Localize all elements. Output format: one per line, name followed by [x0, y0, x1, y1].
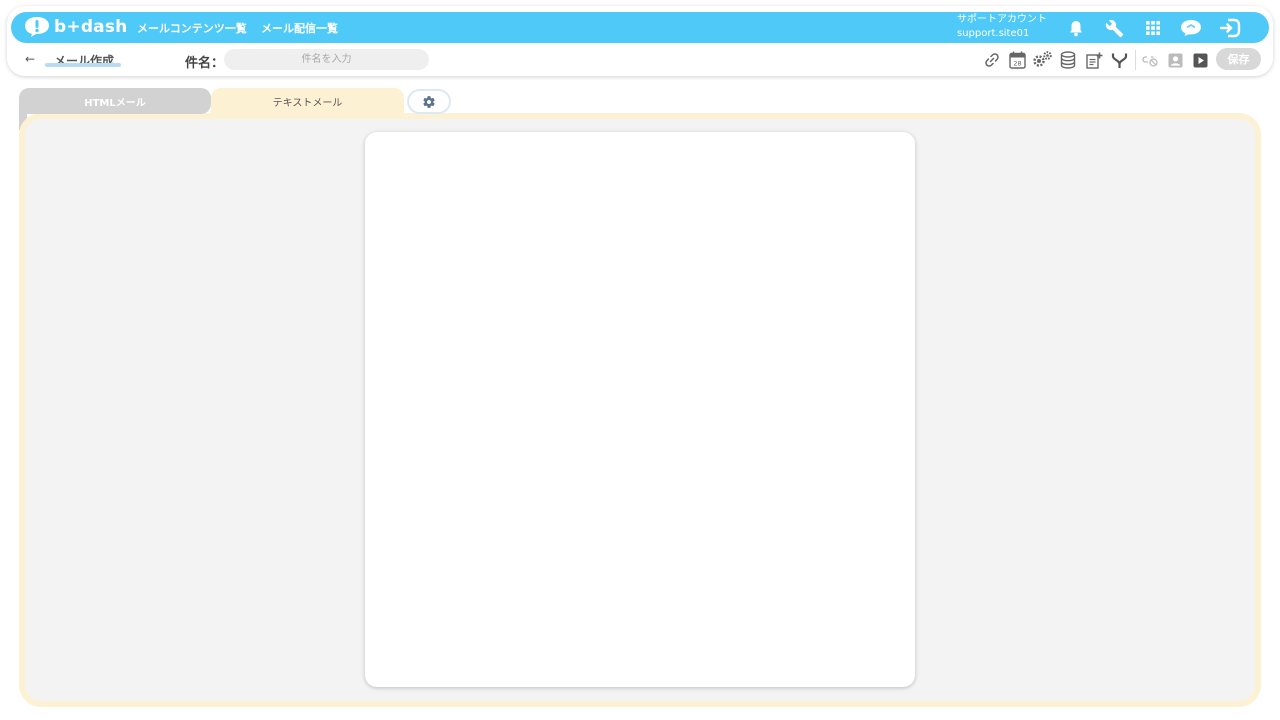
bell-icon[interactable]: [1065, 17, 1087, 39]
tab-text-mail-label: テキストメール: [272, 97, 343, 109]
save-button[interactable]: 保存: [1216, 48, 1261, 70]
tab-html-mail[interactable]: HTMLメール: [19, 88, 211, 114]
gear-icon: [423, 95, 435, 108]
tab-html-mail-label: HTMLメール: [84, 97, 146, 109]
account-name: サポートアカウント: [957, 14, 1047, 25]
logo-text: b+dash: [54, 17, 128, 37]
title-underline: [45, 63, 121, 67]
top-navbar: b+dash メールコンテンツ一覧 メール配信一覧 サポートアカウント supp…: [11, 12, 1269, 43]
nav-mail-delivery-list[interactable]: メール配信一覧: [261, 20, 338, 36]
settings-button[interactable]: [409, 91, 449, 112]
calendar-icon[interactable]: 28: [1006, 49, 1028, 71]
link-disabled-icon[interactable]: [1139, 49, 1161, 71]
database-icon[interactable]: [1057, 49, 1079, 71]
text-editor-paper: [365, 132, 915, 687]
back-arrow-icon[interactable]: ←: [25, 52, 35, 66]
play-icon[interactable]: [1189, 49, 1211, 71]
calendar-day: 28: [1013, 60, 1021, 68]
nav-mail-content-list[interactable]: メールコンテンツ一覧: [137, 20, 247, 36]
subject-label: 件名：: [185, 56, 225, 71]
toolbar-divider: [1135, 50, 1136, 70]
wrench-icon[interactable]: [1103, 17, 1125, 39]
contact-card-icon[interactable]: [1164, 49, 1186, 71]
gears-icon[interactable]: [1031, 49, 1053, 71]
merge-icon[interactable]: [1108, 49, 1130, 71]
add-document-icon[interactable]: [1083, 49, 1105, 71]
logo[interactable]: b+dash: [24, 15, 127, 39]
chat-cloud-icon[interactable]: [1180, 17, 1202, 39]
logout-icon[interactable]: [1219, 17, 1241, 39]
account-info[interactable]: サポートアカウント support.site01: [957, 13, 1047, 41]
account-id: support.site01: [957, 28, 1030, 39]
apps-grid-icon[interactable]: [1142, 17, 1164, 39]
link-icon[interactable]: [981, 49, 1003, 71]
tab-text-mail[interactable]: テキストメール: [211, 88, 404, 114]
subject-input[interactable]: [224, 49, 429, 70]
logo-bubble-icon: [25, 17, 49, 37]
text-mail-body-editor[interactable]: [365, 132, 915, 687]
